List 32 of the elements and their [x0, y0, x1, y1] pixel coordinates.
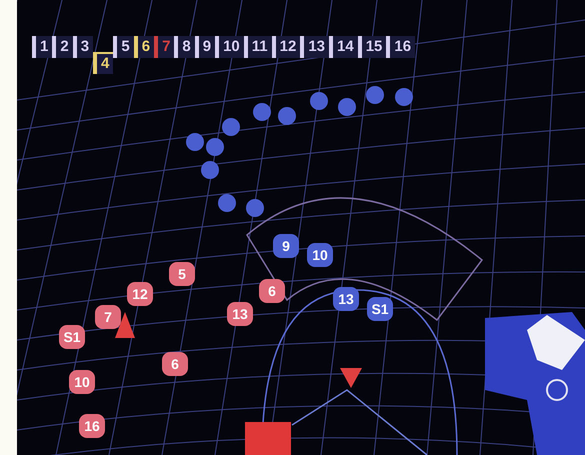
number-tab[interactable]: 6 [134, 36, 154, 58]
number-tab[interactable]: 10 [215, 36, 244, 58]
number-tab[interactable]: 5 [113, 36, 134, 58]
number-token: 13 [333, 287, 359, 311]
number-tab[interactable]: 13 [300, 36, 330, 58]
number-token: 10 [307, 243, 333, 267]
number-token: 6 [162, 352, 188, 376]
number-token: 5 [169, 262, 195, 286]
number-tab[interactable]: 14 [329, 36, 358, 58]
number-tab[interactable]: 4 [93, 52, 114, 74]
square-marker [245, 422, 291, 455]
number-tab[interactable]: 2 [52, 36, 73, 58]
number-tab[interactable]: 1 [32, 36, 52, 58]
number-token: 10 [69, 370, 95, 394]
number-tab[interactable]: 8 [174, 36, 195, 58]
number-token: S1 [59, 325, 85, 349]
number-tab[interactable]: 16 [386, 36, 416, 58]
triangle-marker [340, 368, 362, 388]
number-token: 13 [227, 302, 253, 326]
number-token: 6 [259, 279, 285, 303]
number-token: 9 [273, 234, 299, 258]
triangle-marker [115, 312, 135, 338]
number-tab[interactable]: 7 [154, 36, 174, 58]
number-tab[interactable]: 3 [72, 36, 94, 58]
number-tab[interactable]: 12 [272, 36, 300, 58]
number-token: 12 [127, 282, 153, 306]
number-token: 16 [79, 414, 105, 438]
number-token: 7 [95, 305, 121, 329]
number-tab[interactable]: 15 [358, 36, 386, 58]
number-token: S1 [367, 297, 393, 321]
number-tab[interactable]: 9 [194, 36, 216, 58]
number-tab[interactable]: 11 [244, 36, 272, 58]
